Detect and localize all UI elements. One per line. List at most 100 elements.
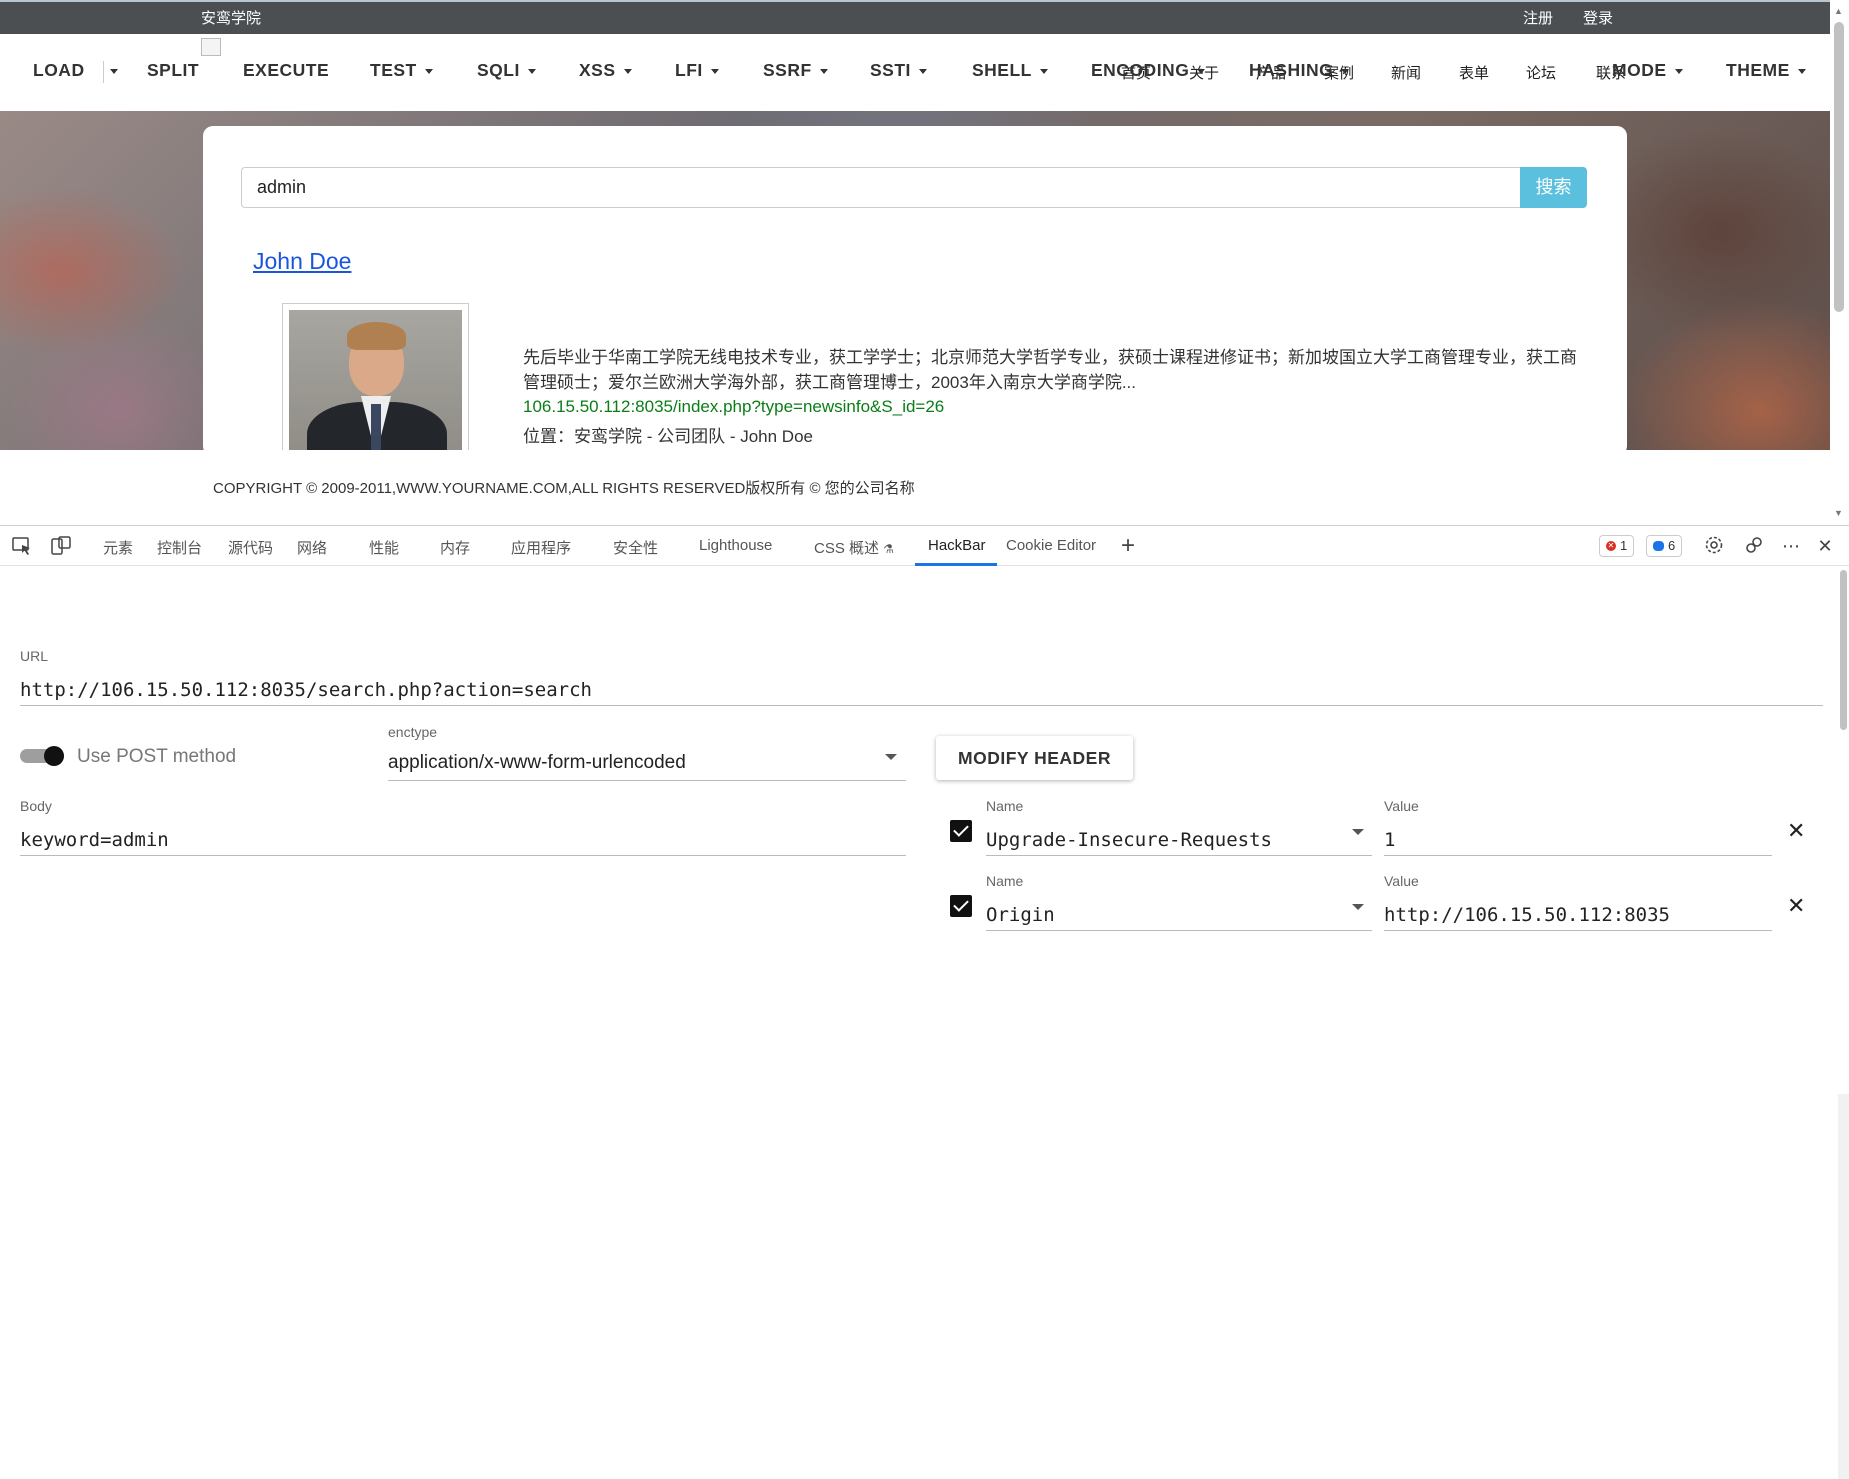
hashing-menu-label: HASHING <box>1249 60 1334 80</box>
site-name: 安鸾学院 <box>201 10 262 27</box>
ssrf-menu-label: SSRF <box>763 60 812 80</box>
header-1-value-field[interactable]: 1 <box>1384 829 1395 851</box>
info-count-badge[interactable]: 6 <box>1646 535 1683 557</box>
tab-css-overview-label: CSS 概述 <box>814 540 880 557</box>
theme-menu[interactable]: THEME <box>1726 60 1806 81</box>
test-menu-label: TEST <box>370 60 417 80</box>
tab-network[interactable]: 网络 <box>297 537 327 558</box>
tab-elements[interactable]: 元素 <box>103 537 133 558</box>
nav-news[interactable]: 新闻 <box>1391 62 1421 83</box>
body-field-underline <box>20 855 906 856</box>
post-method-label: Use POST method <box>77 746 237 767</box>
page-scroll-thumb[interactable] <box>1834 22 1844 312</box>
add-tab-plus-icon[interactable]: + <box>1117 534 1139 558</box>
tab-security[interactable]: 安全性 <box>613 537 658 558</box>
tab-console[interactable]: 控制台 <box>157 537 202 558</box>
url-field-underline <box>20 705 1823 706</box>
tab-cookie-editor[interactable]: Cookie Editor <box>1006 537 1096 554</box>
search-button[interactable]: 搜索 <box>1520 167 1587 208</box>
header-2-value-label: Value <box>1384 873 1419 889</box>
enctype-underline <box>388 780 906 781</box>
copyright-text: COPYRIGHT © 2009-2011,WWW.YOURNAME.COM,A… <box>213 480 915 497</box>
split-button[interactable]: SPLIT <box>147 60 199 81</box>
result-url: 106.15.50.112:8035/index.php?type=newsin… <box>523 397 945 416</box>
tab-lighthouse[interactable]: Lighthouse <box>699 537 772 554</box>
tab-application[interactable]: 应用程序 <box>511 537 571 558</box>
header-1-value-underline <box>1384 855 1772 856</box>
header-2-name-dropdown-icon[interactable] <box>1352 904 1364 910</box>
theme-menu-label: THEME <box>1726 60 1790 80</box>
post-method-toggle[interactable] <box>20 746 68 766</box>
header-2-name-underline <box>986 930 1372 931</box>
execute-button[interactable]: EXECUTE <box>243 60 329 81</box>
header-1-value-label: Value <box>1384 798 1419 814</box>
header-2-name-label: Name <box>986 873 1024 889</box>
encoding-menu-label: ENCODING <box>1091 60 1190 80</box>
error-count-badge[interactable]: ✕ 1 <box>1599 535 1635 557</box>
scroll-down-arrow-icon[interactable]: ▼ <box>1834 508 1843 518</box>
body-label: Body <box>20 798 52 814</box>
nav-form[interactable]: 表单 <box>1459 62 1489 83</box>
active-tab-indicator <box>915 563 997 566</box>
result-location: 位置：安鸾学院 - 公司团队 - John Doe <box>523 427 813 446</box>
header-1-name-underline <box>986 855 1372 856</box>
search-input[interactable]: admin <box>241 167 1521 208</box>
tab-sources[interactable]: 源代码 <box>228 537 273 558</box>
shell-menu[interactable]: SHELL <box>972 60 1048 81</box>
xss-menu[interactable]: XSS <box>579 60 632 81</box>
hackbar-scrollbar[interactable] <box>1838 1094 1849 1479</box>
nav-forum[interactable]: 论坛 <box>1526 62 1556 83</box>
enctype-dropdown-icon[interactable] <box>885 754 897 760</box>
result-title-link[interactable]: John Doe <box>253 248 351 275</box>
more-options-icon[interactable]: ⋯ <box>1780 535 1802 557</box>
login-link[interactable]: 登录 <box>1583 7 1613 28</box>
test-menu[interactable]: TEST <box>370 60 433 81</box>
enctype-select[interactable]: application/x-www-form-urlencoded <box>388 752 686 774</box>
hashing-menu[interactable]: HASHING <box>1249 60 1350 81</box>
ssrf-menu[interactable]: SSRF <box>763 60 828 81</box>
device-toolbar-icon[interactable] <box>50 535 72 557</box>
header-1-name-dropdown-icon[interactable] <box>1352 829 1364 835</box>
customize-icon[interactable] <box>1743 535 1765 557</box>
toggle-knob <box>44 746 64 766</box>
load-dropdown-caret[interactable] <box>106 60 118 81</box>
ssti-menu-label: SSTI <box>870 60 911 80</box>
lfi-menu[interactable]: LFI <box>675 60 719 81</box>
register-link[interactable]: 注册 <box>1523 7 1553 28</box>
hackbar-scroll-thumb[interactable] <box>1840 570 1847 730</box>
ssti-menu[interactable]: SSTI <box>870 60 927 81</box>
header-2-name-field[interactable]: Origin <box>986 904 1055 926</box>
header-2-remove-icon[interactable]: ✕ <box>1787 893 1805 919</box>
header-2-value-field[interactable]: http://106.15.50.112:8035 <box>1384 904 1670 926</box>
header-1-name-label: Name <box>986 798 1024 814</box>
body-field[interactable]: keyword=admin <box>20 829 169 851</box>
modify-header-button[interactable]: MODIFY HEADER <box>936 736 1133 780</box>
sqli-menu-label: SQLI <box>477 60 520 80</box>
sqli-menu[interactable]: SQLI <box>477 60 536 81</box>
url-field[interactable]: http://106.15.50.112:8035/search.php?act… <box>20 679 592 701</box>
mode-menu-label: MODE <box>1612 60 1667 80</box>
flask-icon: ⚗ <box>883 542 894 556</box>
gear-icon[interactable] <box>1703 535 1725 557</box>
broken-logo-image[interactable] <box>201 38 221 56</box>
error-count: 1 <box>1620 538 1628 553</box>
header-1-checkbox[interactable] <box>950 820 972 842</box>
enctype-label: enctype <box>388 724 438 740</box>
tab-css-overview[interactable]: CSS 概述 ⚗ <box>814 537 894 558</box>
encoding-menu[interactable]: ENCODING <box>1091 60 1206 81</box>
close-devtools-icon[interactable]: ✕ <box>1814 535 1836 557</box>
header-1-remove-icon[interactable]: ✕ <box>1787 818 1805 844</box>
header-2-checkbox[interactable] <box>950 895 972 917</box>
error-icon: ✕ <box>1606 541 1616 551</box>
header-1-name-field[interactable]: Upgrade-Insecure-Requests <box>986 829 1272 851</box>
inspect-element-icon[interactable] <box>11 535 33 557</box>
scroll-up-arrow-icon[interactable]: ▲ <box>1834 6 1843 16</box>
tab-hackbar[interactable]: HackBar <box>928 537 986 554</box>
result-photo[interactable] <box>282 303 469 463</box>
load-button[interactable]: LOAD <box>33 60 85 81</box>
tab-memory[interactable]: 内存 <box>440 537 470 558</box>
tab-performance[interactable]: 性能 <box>369 537 399 558</box>
result-description: 先后毕业于华南工学院无线电技术专业，获工学学士；北京师范大学哲学专业，获硕士课程… <box>523 348 1577 392</box>
top-bar <box>0 0 1830 34</box>
mode-menu[interactable]: MODE <box>1612 60 1683 81</box>
